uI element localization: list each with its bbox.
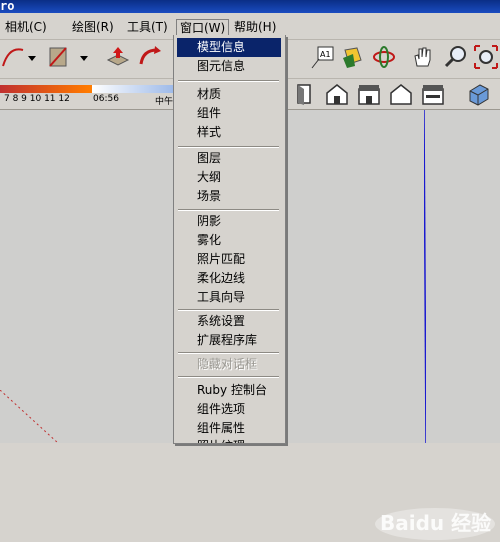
svg-text:A1: A1 [320,50,331,59]
pan-tool[interactable] [409,44,437,72]
menu-outliner[interactable]: 大纲 [177,168,281,187]
dropdown-arrow-icon[interactable] [27,53,37,63]
date-scale-label: 7 8 9 10 11 12 [4,94,70,104]
menu-shadows[interactable]: 阴影 [177,212,281,231]
window-title: ro [0,0,15,13]
menu-separator [178,352,279,354]
view-back-icon[interactable] [420,81,446,107]
red-axis-line [0,390,59,443]
menu-preferences[interactable]: 系统设置 [177,312,281,331]
pan-icon [410,44,436,73]
text-label-icon: A1 [310,44,336,73]
menu-extension-warehouse[interactable]: 扩展程序库 [177,331,281,350]
menu-draw[interactable]: 绘图(R) [72,18,114,35]
paint-tool[interactable] [338,44,366,72]
menu-soften-edges[interactable]: 柔化边线 [177,269,281,288]
shape-tool[interactable] [44,44,72,72]
orbit-icon [371,44,397,73]
follow-me-tool[interactable] [136,44,164,72]
menu-hide-dialogs: 隐藏对话框 [197,357,258,371]
dropdown-arrow-icon[interactable] [79,53,89,63]
push-pull-tool[interactable] [104,44,132,72]
menu-separator [178,146,279,148]
title-bar: ro [0,0,500,13]
time-label: 06:56 [93,94,119,104]
menu-match-photo[interactable]: 照片匹配 [177,250,281,269]
menu-ruby-console[interactable]: Ruby 控制台 [177,381,281,400]
menu-separator [178,309,279,311]
follow-me-icon [137,44,163,73]
zoom-tool[interactable] [442,44,470,72]
view-front-icon[interactable] [356,81,382,107]
watermark-text: Baidu 经验 [380,511,491,535]
view-right-icon[interactable] [388,81,414,107]
zoom-icon [443,44,469,73]
paint-icon [339,44,365,73]
menu-photo-textures[interactable]: 照片纹理 [177,437,281,443]
menu-fog[interactable]: 雾化 [177,231,281,250]
menu-entity-info[interactable]: 图元信息 [177,57,281,76]
shape-icon [45,44,71,73]
noon-label: 中午 [155,97,174,107]
baidu-watermark: Baidu 经验 [375,508,495,540]
menu-camera[interactable]: 相机(C) [5,18,47,35]
menu-separator [178,376,279,378]
push-pull-icon [105,44,131,73]
arc-tool[interactable] [0,44,28,72]
menu-layers[interactable]: 图层 [177,149,281,168]
menu-component-options[interactable]: 组件选项 [177,400,281,419]
menu-separator [178,80,279,82]
view-3d-icon[interactable] [466,81,492,107]
menu-components[interactable]: 组件 [177,104,281,123]
menu-separator [178,209,279,211]
menu-styles[interactable]: 样式 [177,123,281,142]
text-label-tool[interactable]: A1 [309,44,337,72]
menu-materials[interactable]: 材质 [177,85,281,104]
zoom-extents-icon [473,44,499,73]
zoom-extents-tool[interactable] [472,44,500,72]
menu-scenes[interactable]: 场景 [177,187,281,206]
menu-model-info[interactable]: 模型信息 [177,38,281,57]
view-iso-house-icon[interactable] [324,81,350,107]
view-left-icon[interactable] [292,81,318,107]
window-menu-dropdown: 模型信息 图元信息 材质 组件 样式 图层 大纲 场景 阴影 雾化 照片匹配 柔… [173,35,286,444]
menu-tools[interactable]: 工具(T) [127,18,168,35]
time-slider[interactable] [92,85,176,93]
menu-help[interactable]: 帮助(H) [234,18,276,35]
blue-axis-line [424,110,426,443]
menu-instructor[interactable]: 工具向导 [177,288,281,307]
orbit-tool[interactable] [370,44,398,72]
menu-component-attributes[interactable]: 组件属性 [177,419,281,438]
arc-icon [1,44,27,73]
